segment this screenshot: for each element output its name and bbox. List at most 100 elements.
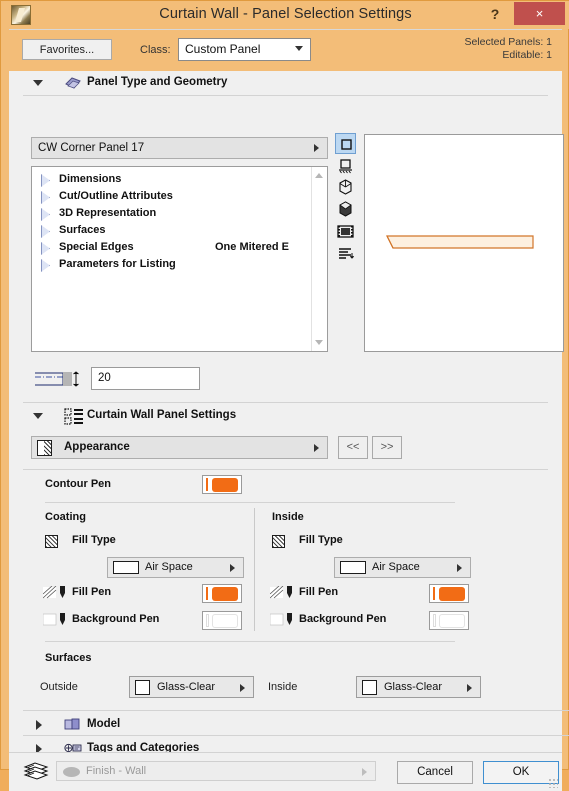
section-header-model[interactable]: Model (9, 713, 562, 737)
tree-row[interactable]: Cut/Outline Attributes (32, 188, 312, 205)
outside-surface-value: Glass-Clear (157, 681, 216, 693)
fill-type-icon (272, 535, 285, 548)
contour-pen-label: Contour Pen (45, 478, 111, 490)
coating-fill-pen-label: Fill Pen (72, 586, 112, 598)
chevron-right-icon (41, 259, 50, 272)
favorites-button[interactable]: Favorites... (22, 39, 112, 60)
pen-color-chip (212, 614, 238, 628)
inside-fill-type-chooser[interactable]: Air Space (334, 557, 471, 578)
3d-wireframe-view-icon[interactable] (335, 177, 356, 198)
view-mode-column (335, 133, 356, 263)
surfaces-outside-label: Outside (40, 681, 78, 693)
section-header-panel-settings[interactable]: Curtain Wall Panel Settings (9, 404, 562, 428)
section-header-geometry[interactable]: Panel Type and Geometry (9, 71, 562, 95)
coating-fill-pen-swatch[interactable] (202, 584, 242, 603)
pen-thin-line (433, 614, 436, 627)
scroll-up-icon[interactable] (315, 173, 323, 178)
chevron-right-icon (41, 191, 50, 204)
pen-thin-line (206, 614, 209, 627)
coating-background-pen-swatch[interactable] (202, 611, 242, 630)
prev-page-button[interactable]: << (338, 436, 368, 459)
inside-group-title: Inside (272, 511, 304, 523)
pen-thin-line (206, 478, 208, 491)
inside-fill-pen-swatch[interactable] (429, 584, 469, 603)
column-divider (254, 508, 255, 631)
inside-surface-chooser[interactable]: Glass-Clear (356, 676, 481, 698)
inside-fill-type-value: Air Space (372, 561, 420, 573)
tree-row-label: Cut/Outline Attributes (59, 190, 173, 202)
editable-count: Editable: 1 (502, 49, 552, 61)
divider (23, 95, 548, 96)
layers-icon[interactable] (23, 762, 49, 781)
surfaces-inside-label: Inside (268, 681, 298, 693)
tree-row[interactable]: Parameters for Listing (32, 256, 312, 273)
class-select-value: Custom Panel (185, 42, 261, 56)
fill-pen-icon (42, 585, 69, 603)
dialog-window: Curtain Wall - Panel Selection Settings … (0, 0, 569, 791)
divider (23, 735, 569, 736)
thickness-input[interactable]: 20 (91, 367, 200, 390)
toolbar: Favorites... Class: Custom Panel Selecte… (9, 30, 562, 71)
close-icon[interactable]: × (514, 2, 565, 25)
divider (23, 469, 548, 470)
pen-color-chip (212, 587, 238, 601)
tree-row[interactable]: Dimensions (32, 171, 312, 188)
appearance-row: Appearance << >> (31, 436, 402, 459)
tree-row[interactable]: Special Edges One Mitered E (32, 239, 312, 256)
tree-scrollbar[interactable] (311, 167, 327, 351)
tree-row-label: 3D Representation (59, 207, 157, 219)
ok-button[interactable]: OK (483, 761, 559, 784)
scroll-down-icon[interactable] (315, 340, 323, 345)
outside-surface-chooser[interactable]: Glass-Clear (129, 676, 254, 698)
background-pen-icon (269, 613, 296, 630)
chevron-right-icon (41, 174, 50, 187)
tree-row-label: Special Edges (59, 241, 134, 253)
thickness-row: 20 (31, 367, 331, 391)
pen-thin-line (206, 587, 208, 600)
tree-row-label: Parameters for Listing (59, 258, 176, 270)
object-chooser[interactable]: CW Corner Panel 17 (31, 137, 328, 159)
preview-pane[interactable] (364, 134, 564, 352)
cancel-button[interactable]: Cancel (397, 761, 473, 784)
title-bar: Curtain Wall - Panel Selection Settings … (1, 1, 569, 29)
preview-picture-icon[interactable] (335, 221, 356, 242)
pen-thin-line (433, 587, 435, 600)
tree-row[interactable]: Surfaces (32, 222, 312, 239)
next-page-button[interactable]: >> (372, 436, 402, 459)
chevron-down-icon (33, 413, 43, 419)
settings-content: Panel Type and Geometry CW Corner Panel … (9, 71, 569, 761)
chevron-right-icon (41, 242, 50, 255)
parameter-tree[interactable]: Dimensions Cut/Outline Attributes 3D Rep… (31, 166, 328, 352)
panel-thickness-icon (33, 369, 89, 389)
resize-grip[interactable] (549, 779, 558, 788)
inside-background-pen-swatch[interactable] (429, 611, 469, 630)
coating-fill-type-chooser[interactable]: Air Space (107, 557, 244, 578)
elevation-view-icon[interactable] (335, 155, 356, 176)
contour-pen-swatch[interactable] (202, 475, 242, 494)
chevron-right-icon (36, 720, 42, 730)
appearance-label: Appearance (64, 441, 130, 453)
help-button[interactable]: ? (482, 3, 508, 25)
layer-chooser[interactable]: Finish - Wall (56, 761, 376, 781)
appearance-chooser[interactable]: Appearance (31, 436, 328, 459)
chevron-right-icon (41, 225, 50, 238)
divider (23, 402, 548, 403)
chevron-right-icon (467, 684, 472, 692)
panel-geometry-icon (64, 77, 82, 90)
selected-panels-count: Selected Panels: 1 (464, 36, 552, 48)
parameter-list-icon[interactable] (335, 243, 356, 264)
panel-settings-icon (64, 408, 84, 425)
fill-preview-swatch (113, 561, 139, 574)
section-title-panel-settings: Curtain Wall Panel Settings (87, 409, 237, 421)
chevron-right-icon (230, 564, 235, 572)
fill-pen-icon (269, 585, 296, 603)
class-select[interactable]: Custom Panel (178, 38, 311, 61)
chevron-right-icon (314, 144, 319, 152)
pen-color-chip (439, 587, 465, 601)
inside-surface-value: Glass-Clear (384, 681, 443, 693)
3d-shaded-view-icon[interactable] (335, 199, 356, 220)
appearance-icon (37, 440, 52, 456)
tree-row[interactable]: 3D Representation (32, 205, 312, 222)
chevron-down-icon (33, 80, 43, 86)
2d-symbol-view-icon[interactable] (335, 133, 356, 154)
